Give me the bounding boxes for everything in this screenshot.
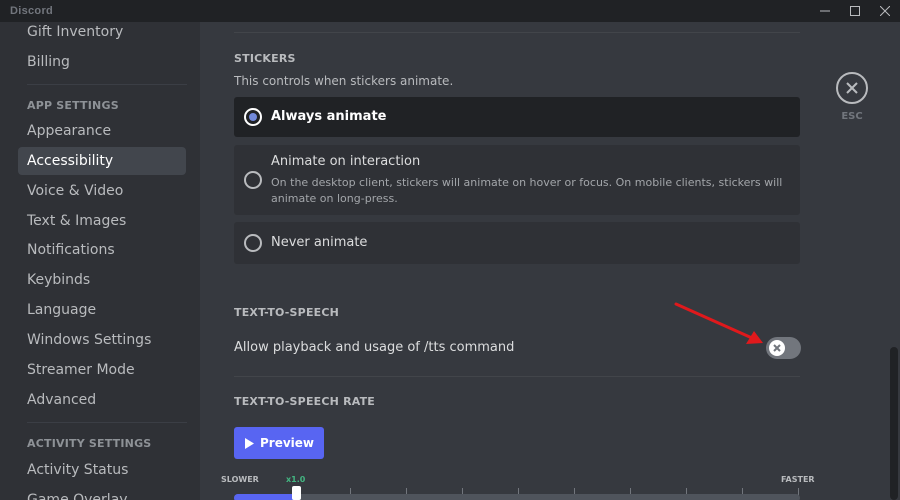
window-controls xyxy=(810,0,900,22)
close-icon xyxy=(846,82,858,94)
radio-description: On the desktop client, stickers will ani… xyxy=(271,176,783,205)
sidebar-divider xyxy=(27,422,187,423)
tts-toggle[interactable] xyxy=(766,337,801,359)
radio-label: Animate on interaction xyxy=(271,154,421,169)
sidebar-header-activity-settings: ACTIVITY SETTINGS xyxy=(27,437,152,450)
sidebar-item-windows-settings[interactable]: Windows Settings xyxy=(18,326,186,354)
minimize-icon xyxy=(820,10,830,12)
section-divider xyxy=(234,32,800,33)
esc-label: ESC xyxy=(841,111,863,122)
sidebar-item-billing[interactable]: Billing xyxy=(18,48,186,76)
radio-always-animate[interactable]: Always animate xyxy=(234,97,800,137)
sidebar-item-game-overlay[interactable]: Game Overlay xyxy=(18,486,186,500)
sidebar-item-streamer-mode[interactable]: Streamer Mode xyxy=(18,356,186,384)
slider-handle[interactable] xyxy=(292,486,302,500)
content-scrollbar[interactable] xyxy=(888,22,900,500)
sidebar-item-keybinds[interactable]: Keybinds xyxy=(18,266,186,294)
title-bar: Discord xyxy=(0,0,900,22)
tts-title: TEXT-TO-SPEECH xyxy=(234,306,340,319)
slider-min-label: SLOWER xyxy=(221,475,259,484)
section-divider xyxy=(234,376,800,377)
app-name: Discord xyxy=(10,5,54,17)
close-settings[interactable]: ESC xyxy=(836,72,868,122)
tts-rate-slider[interactable] xyxy=(234,494,800,500)
radio-label: Always animate xyxy=(271,109,387,124)
maximize-icon xyxy=(850,6,860,16)
maximize-button[interactable] xyxy=(840,0,870,22)
slider-max-label: FASTER xyxy=(781,475,815,484)
sidebar-item-notifications[interactable]: Notifications xyxy=(18,236,186,264)
sidebar-item-language[interactable]: Language xyxy=(18,296,186,324)
close-icon xyxy=(880,6,890,16)
radio-unchecked-icon xyxy=(244,234,262,252)
toggle-off-icon xyxy=(769,340,785,356)
sidebar-header-app-settings: APP SETTINGS xyxy=(27,99,119,112)
radio-never-animate[interactable]: Never animate xyxy=(234,222,800,264)
stickers-title: STICKERS xyxy=(234,52,296,65)
sidebar-item-activity-status[interactable]: Activity Status xyxy=(18,456,186,484)
sidebar-item-advanced[interactable]: Advanced xyxy=(18,386,186,414)
slider-fill xyxy=(234,494,297,500)
stickers-description: This controls when stickers animate. xyxy=(234,74,454,88)
sidebar-item-text-images[interactable]: Text & Images xyxy=(18,207,186,235)
close-window-button[interactable] xyxy=(870,0,900,22)
tts-rate-title: TEXT-TO-SPEECH RATE xyxy=(234,395,376,408)
sidebar-divider xyxy=(27,84,187,85)
radio-checked-icon xyxy=(244,108,262,126)
minimize-button[interactable] xyxy=(810,0,840,22)
preview-button[interactable]: Preview xyxy=(234,427,324,459)
settings-content: STICKERS This controls when stickers ani… xyxy=(200,22,900,500)
close-settings-button[interactable] xyxy=(836,72,868,104)
radio-unchecked-icon xyxy=(244,171,262,189)
sidebar-item-gift-inventory[interactable]: Gift Inventory xyxy=(18,22,186,46)
radio-animate-on-interaction[interactable]: Animate on interaction On the desktop cl… xyxy=(234,145,800,215)
preview-label: Preview xyxy=(259,436,314,450)
tts-toggle-label: Allow playback and usage of /tts command xyxy=(234,340,515,355)
sidebar-item-voice-video[interactable]: Voice & Video xyxy=(18,177,186,205)
sidebar-item-accessibility[interactable]: Accessibility xyxy=(18,147,186,175)
settings-sidebar: Gift Inventory Billing APP SETTINGS Appe… xyxy=(0,22,200,500)
scrollbar-thumb[interactable] xyxy=(890,347,898,500)
slider-current-marker: x1.0 xyxy=(286,475,306,484)
radio-label: Never animate xyxy=(271,235,368,250)
play-icon xyxy=(244,437,254,449)
sidebar-item-appearance[interactable]: Appearance xyxy=(18,117,186,145)
